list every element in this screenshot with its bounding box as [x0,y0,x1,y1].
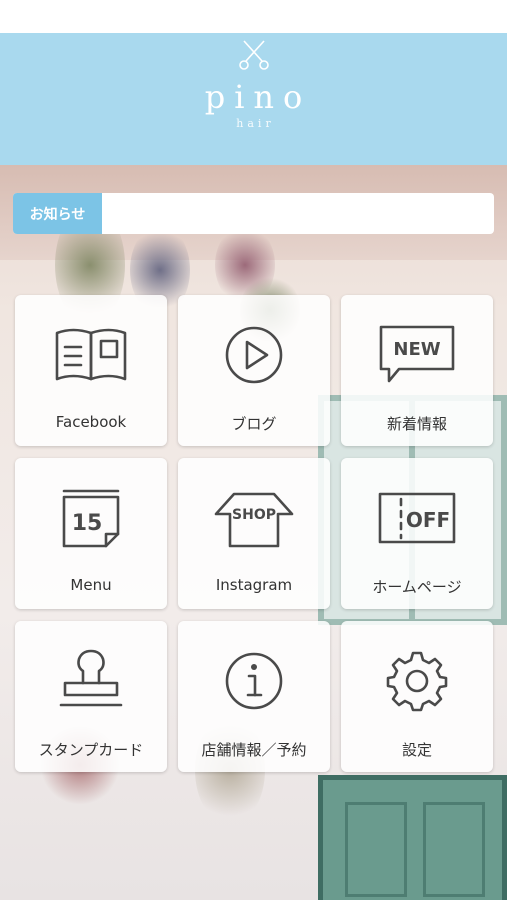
notice-bar[interactable]: お知らせ [13,193,494,234]
tile-homepage[interactable]: OFF ホームページ [341,458,493,609]
tile-settings[interactable]: 設定 [341,621,493,772]
tile-news[interactable]: NEW 新着情報 [341,295,493,446]
notice-label: お知らせ [13,193,102,234]
tile-blog[interactable]: ブログ [178,295,330,446]
tile-label: ブログ [231,415,277,433]
tile-label: Facebook [55,413,127,431]
calendar-icon: 15 [51,486,131,550]
book-icon [51,323,131,387]
scissors-icon [238,40,269,70]
tile-label: Menu [70,576,112,594]
tile-label: 新着情報 [386,415,447,433]
tile-store-info[interactable]: 店舗情報／予約 [178,621,330,772]
new-speech-icon: NEW [377,323,457,387]
tile-label: 設定 [401,741,432,759]
status-bar [0,0,507,33]
tile-label: Instagram [215,576,293,594]
calendar-icon-text: 15 [72,511,103,536]
play-icon [214,323,294,387]
gear-icon [377,649,457,713]
tile-label: ホームページ [372,578,462,596]
tile-menu[interactable]: 15 Menu [15,458,167,609]
shop-icon-text: SHOP [232,507,276,523]
tile-stamp-card[interactable]: スタンプカード [15,621,167,772]
tile-instagram[interactable]: SHOP Instagram [178,458,330,609]
coupon-icon-text: OFF [406,508,450,532]
tile-facebook[interactable]: Facebook [15,295,167,446]
logo-subtitle: hair [236,117,275,130]
info-icon [214,649,294,713]
shop-icon: SHOP [214,486,294,550]
logo-text: pino [204,78,312,116]
notice-text [102,193,494,234]
app-header: pino hair [0,33,507,165]
tile-label: スタンプカード [38,741,144,759]
stamp-icon [51,649,131,713]
menu-grid: Facebook ブログ NEW 新着情報 15 Menu SHOP Insta… [15,295,493,772]
coupon-icon: OFF [377,486,457,550]
tile-label: 店舗情報／予約 [201,741,307,759]
new-icon-text: NEW [393,339,440,360]
